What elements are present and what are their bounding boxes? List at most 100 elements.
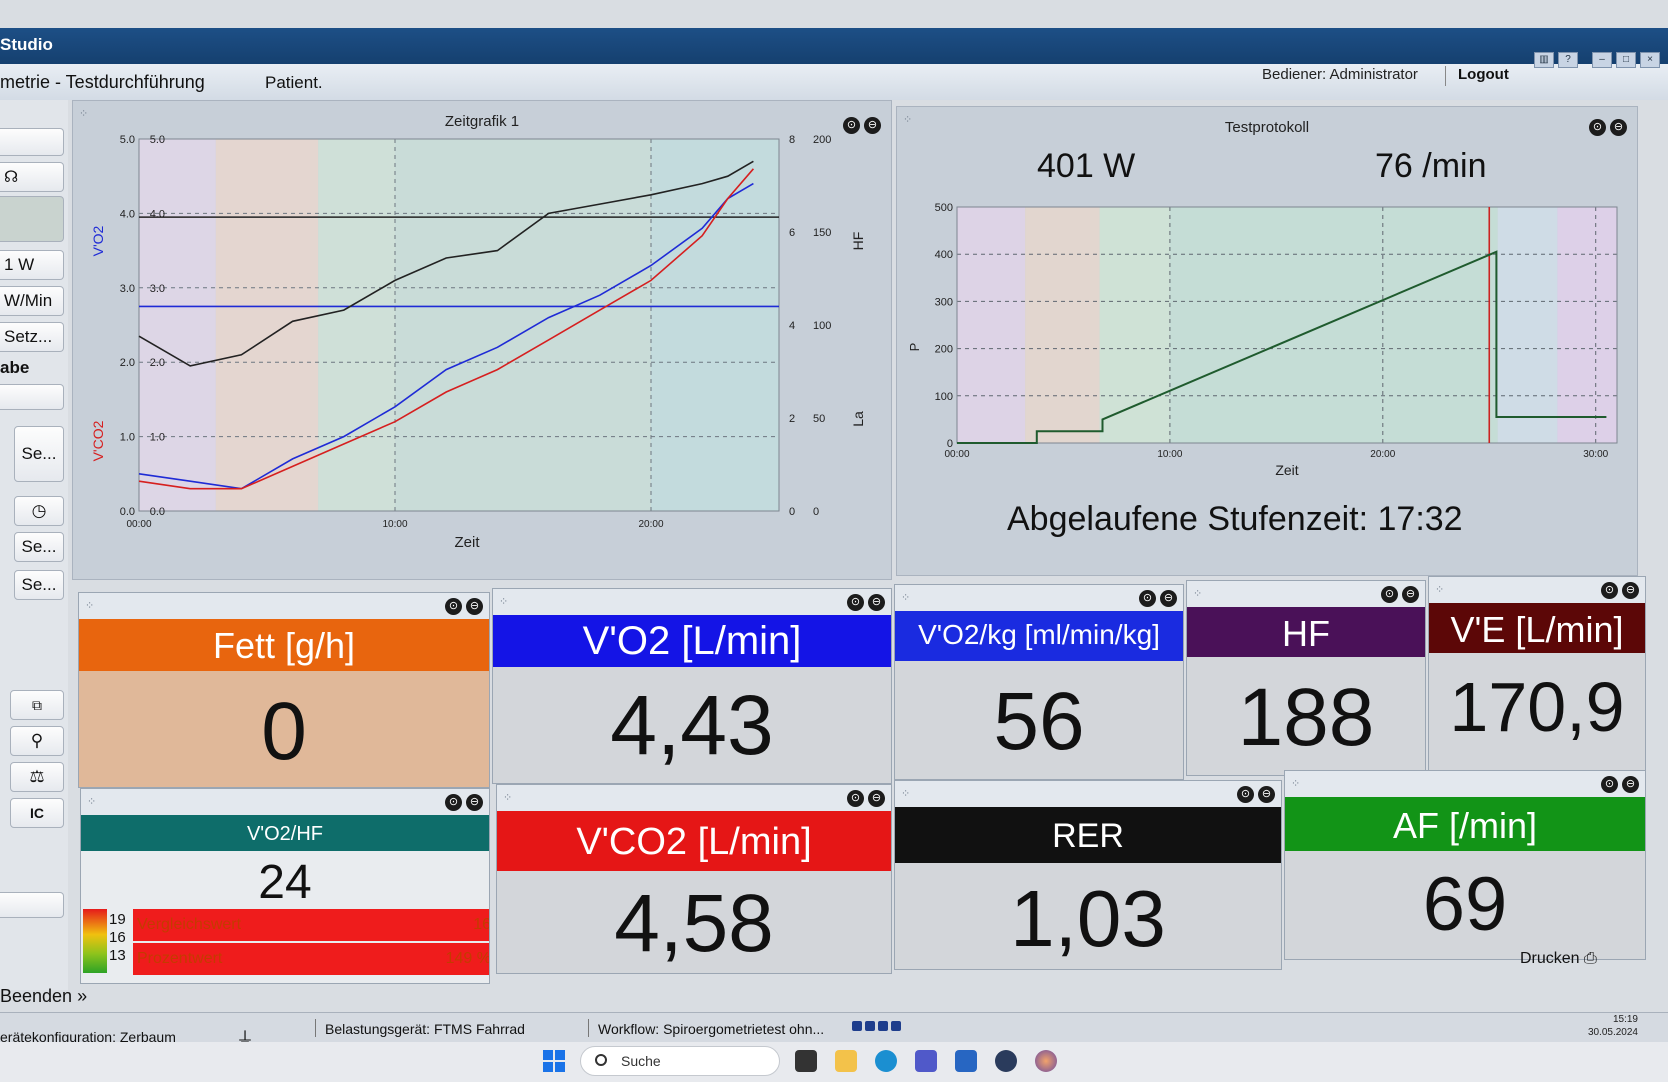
y-tick-label: 100 [935, 391, 953, 403]
phase-band [1497, 207, 1558, 443]
y-tick-label-vo2: 2.0 [120, 357, 135, 369]
panel-controls: ⊙ ⊖ [1381, 586, 1419, 603]
set-button[interactable]: Setz... [0, 322, 64, 352]
y-tick-label-vco2: 0.0 [150, 506, 165, 518]
test-protocol-panel: ⁘ Testprotokoll ⊙ ⊖ 401 W 76 /min 500 400 3… [896, 106, 1638, 576]
layout-icon[interactable]: ▥ [1534, 52, 1554, 68]
options-icon[interactable]: ⊙ [1139, 590, 1156, 607]
task-view-icon[interactable] [795, 1050, 817, 1072]
phase-band [1099, 207, 1170, 443]
phase-band [957, 207, 1026, 443]
title-bar: Studio [0, 28, 1668, 64]
windows-start-icon[interactable] [543, 1050, 565, 1072]
scale-mid: 16 [109, 929, 126, 946]
help-icon[interactable]: ? [1558, 52, 1578, 68]
y-tick-label-la: 6 [789, 227, 795, 239]
tile-toolbar: ⁘ ⊙ ⊖ [497, 785, 891, 811]
tile-toolbar: ⁘ ⊙ ⊖ [81, 789, 489, 815]
window-controls: ▥ ? – □ × [1534, 52, 1660, 68]
collapse-icon[interactable]: ⊖ [868, 594, 885, 611]
options-icon[interactable]: ⊙ [445, 598, 462, 615]
mail-icon[interactable] [955, 1050, 977, 1072]
edge-browser-icon[interactable] [875, 1050, 897, 1072]
file-explorer-icon[interactable] [835, 1050, 857, 1072]
x-tick-label: 00:00 [944, 449, 969, 460]
panel-controls: ⊙ ⊖ [847, 790, 885, 807]
browser-app-icon[interactable] [1035, 1050, 1057, 1072]
panel-controls: ⊙ ⊖ [1601, 776, 1639, 793]
panel-controls: ⊙ ⊖ [1139, 590, 1177, 607]
toolbar-button-blank-3[interactable] [0, 892, 64, 918]
collapse-icon[interactable]: ⊖ [1160, 590, 1177, 607]
vco2-label: V'CO2 [L/min] [497, 811, 891, 871]
phase-band [1025, 207, 1100, 443]
options-icon[interactable]: ⊙ [445, 794, 462, 811]
maximize-button[interactable]: □ [1616, 52, 1636, 68]
rer-value: 1,03 [1010, 874, 1166, 963]
drag-handle-icon[interactable]: ⁘ [499, 595, 508, 608]
patient-menu[interactable]: Patient. [265, 73, 323, 93]
drag-handle-icon[interactable]: ⁘ [1435, 583, 1444, 596]
y-tick-label: 400 [935, 249, 953, 261]
toolbar-button-blank-2[interactable] [0, 384, 64, 410]
toolbar-button-blank[interactable] [0, 128, 64, 156]
headset-icon: ☊ [4, 169, 19, 186]
se-button-3[interactable]: Se... [14, 570, 64, 600]
minimize-button[interactable]: – [1592, 52, 1612, 68]
ve-tile: ⁘ ⊙ ⊖ V'E [L/min] 170,9 [1428, 576, 1646, 772]
teams-icon[interactable] [915, 1050, 937, 1072]
spiro-app-icon[interactable] [995, 1050, 1017, 1072]
options-icon[interactable]: ⊙ [847, 790, 864, 807]
drag-handle-icon[interactable]: ⁘ [901, 591, 910, 604]
finish-button[interactable]: Beenden » [0, 986, 87, 1007]
axis-label-hf: HF [850, 232, 866, 251]
toolbar-button-status[interactable] [0, 196, 64, 242]
toolbar-button-headset[interactable]: ☊ [0, 162, 64, 192]
drag-handle-icon[interactable]: ⁘ [1291, 777, 1300, 790]
options-icon[interactable]: ⊙ [1601, 582, 1618, 599]
options-icon[interactable]: ⊙ [1381, 586, 1398, 603]
tile-toolbar: ⁘ ⊙ ⊖ [895, 781, 1281, 807]
vco2-value: 4,58 [614, 878, 774, 969]
ic-button[interactable]: IC [10, 798, 64, 828]
rer-label: RER [895, 807, 1281, 863]
af-tile: ⁘ ⊙ ⊖ AF [/min] 69 [1284, 770, 1646, 960]
calibration-button[interactable]: ⚖ [10, 762, 64, 792]
search-button[interactable]: ⚲ [10, 726, 64, 756]
collapse-icon[interactable]: ⊖ [1622, 582, 1639, 599]
options-icon[interactable]: ⊙ [1601, 776, 1618, 793]
clock-button[interactable]: ◷ [14, 496, 64, 526]
app-window: Studio metrie - Testdurchführung Patient… [0, 0, 1668, 1082]
collapse-icon[interactable]: ⊖ [868, 790, 885, 807]
drag-handle-icon[interactable]: ⁘ [901, 787, 910, 800]
logout-link[interactable]: Logout [1458, 66, 1509, 83]
collapse-icon[interactable]: ⊖ [466, 598, 483, 615]
se-button-1[interactable]: Se... [14, 426, 64, 482]
vco2-tile: ⁘ ⊙ ⊖ V'CO2 [L/min] 4,58 [496, 784, 892, 974]
clock-icon: ◷ [31, 501, 47, 520]
drag-handle-icon[interactable]: ⁘ [503, 791, 512, 804]
close-button[interactable]: × [1640, 52, 1660, 68]
drag-handle-icon[interactable]: ⁘ [87, 795, 96, 808]
y-tick-label: 500 [935, 202, 953, 214]
options-icon[interactable]: ⊙ [847, 594, 864, 611]
power-value-field[interactable]: 1 W [0, 250, 64, 280]
collapse-icon[interactable]: ⊖ [1402, 586, 1419, 603]
print-button[interactable]: Drucken ⎙ [1520, 950, 1597, 968]
drag-handle-icon[interactable]: ⁘ [85, 599, 94, 612]
se-button-2[interactable]: Se... [14, 532, 64, 562]
divider [588, 1019, 589, 1037]
collapse-icon[interactable]: ⊖ [1258, 786, 1275, 803]
phase-band [1169, 207, 1498, 443]
screenshot-button[interactable]: ⧉ [10, 690, 64, 720]
ramp-value-field[interactable]: W/Min [0, 286, 64, 316]
tile-toolbar: ⁘ ⊙ ⊖ [895, 585, 1183, 611]
taskbar-search-input[interactable]: Suche [580, 1046, 780, 1076]
collapse-icon[interactable]: ⊖ [1622, 776, 1639, 793]
collapse-icon[interactable]: ⊖ [466, 794, 483, 811]
panel-controls: ⊙ ⊖ [847, 594, 885, 611]
axis-label-la: La [850, 411, 866, 427]
y-tick-label-la: 2 [789, 413, 795, 425]
options-icon[interactable]: ⊙ [1237, 786, 1254, 803]
drag-handle-icon[interactable]: ⁘ [1193, 587, 1202, 600]
